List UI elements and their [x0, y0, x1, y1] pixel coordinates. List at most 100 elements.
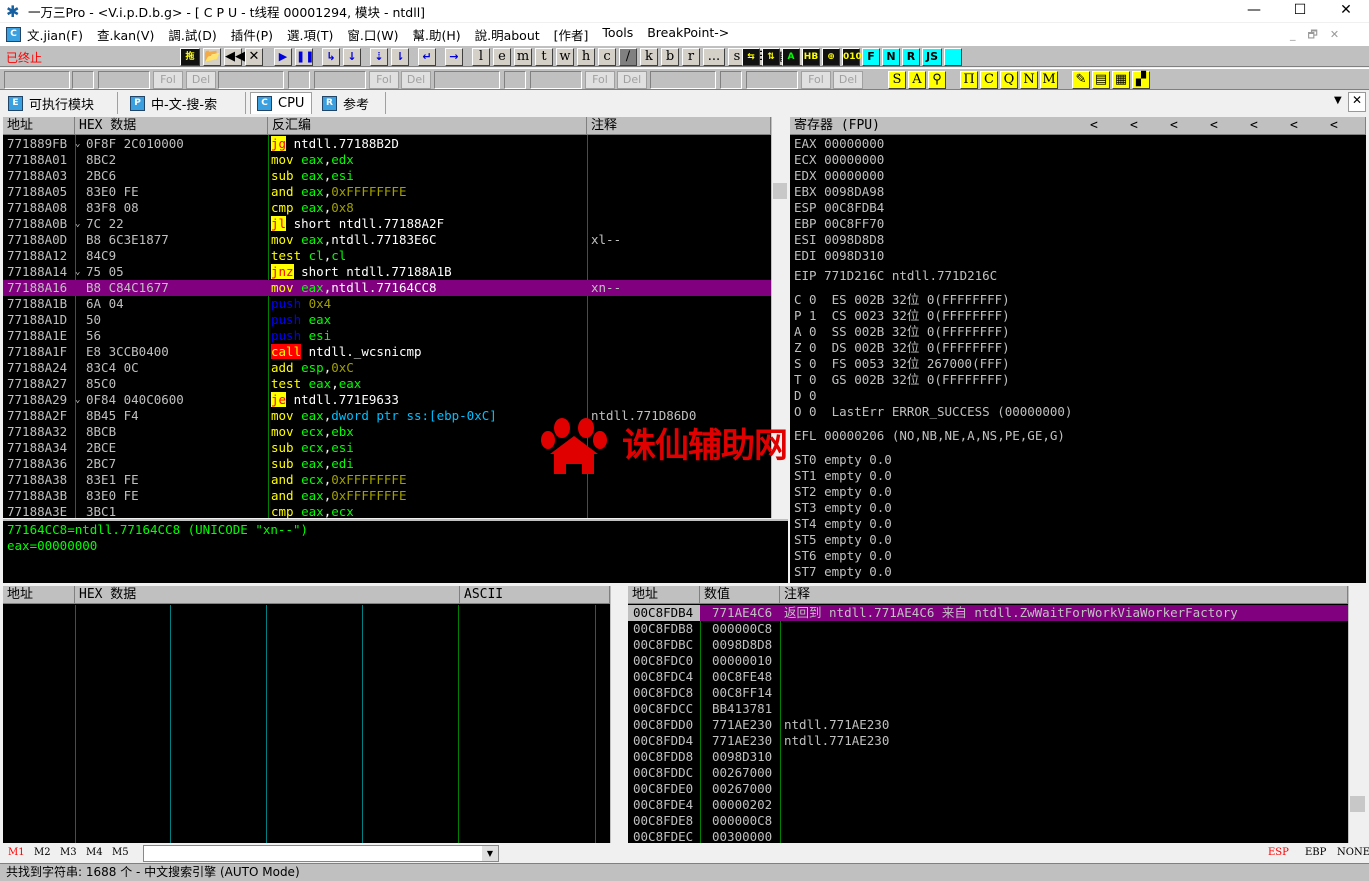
toolbar-button-cmd-13[interactable]: e: [493, 48, 511, 66]
register-line[interactable]: EDI 0098D310: [794, 248, 884, 264]
toolbar-plugin-R[interactable]: R: [902, 48, 920, 66]
registers-header[interactable]: 寄存器 (FPU) < < < < < < <: [790, 117, 1366, 135]
del-button[interactable]: Del: [617, 71, 647, 89]
stack-row[interactable]: 00C8FDEC 00300000: [628, 829, 1348, 843]
mdi-controls[interactable]: _🗗✕: [1290, 26, 1351, 45]
column-header-hex[interactable]: HEX 数据: [75, 117, 268, 135]
disasm-row[interactable]: 771889FB ⌄ 0F8F 2C010000 jg ntdll.77188B2D: [3, 136, 771, 152]
toolbar-button-cmd-18[interactable]: c: [598, 48, 616, 66]
fol-button[interactable]: Fol: [153, 71, 183, 89]
disasm-row[interactable]: 77188A3E 3BC1 cmp eax,ecx: [3, 504, 771, 518]
toolbar-button-cmd-22[interactable]: r: [682, 48, 700, 66]
minimize-button[interactable]: —: [1231, 0, 1277, 22]
del-button[interactable]: Del: [833, 71, 863, 89]
eip-line[interactable]: EIP 771D216C ntdll.771D216C: [794, 268, 997, 284]
toolbar-button-cmd-19[interactable]: /: [619, 48, 637, 66]
toolbar-plugin-0101[interactable]: 0101: [842, 48, 868, 66]
stack-row[interactable]: 00C8FDE0 00267000: [628, 781, 1348, 797]
register-nav-button[interactable]: <: [1330, 117, 1338, 134]
del-button[interactable]: Del: [401, 71, 431, 89]
disasm-row[interactable]: 77188A27 85C0 test eax,eax: [3, 376, 771, 392]
disasm-row[interactable]: 77188A3B 83E0 FE and eax,0xFFFFFFFE: [3, 488, 771, 504]
register-line[interactable]: ECX 00000000: [794, 152, 884, 168]
menu-item[interactable]: 窗.口(W): [347, 25, 398, 44]
menu-item[interactable]: 選.項(T): [287, 25, 333, 44]
fpu-line[interactable]: ST2 empty 0.0: [794, 484, 892, 500]
register-nav-button[interactable]: <: [1090, 117, 1098, 134]
register-nav-button[interactable]: <: [1210, 117, 1218, 134]
disasm-row[interactable]: 77188A0B ⌄ 7C 22 jl short ntdll.77188A2F: [3, 216, 771, 232]
dump-header-hex[interactable]: HEX 数据: [75, 586, 460, 604]
disasm-row[interactable]: 77188A14 ⌄ 75 05 jnz short ntdll.77188A1B: [3, 264, 771, 280]
registers-pane[interactable]: 寄存器 (FPU) < < < < < < < EAX 00000000 ECX 000000…: [790, 117, 1366, 583]
stack-row[interactable]: 00C8FDC8 00C8FF14: [628, 685, 1348, 701]
register-nav-button[interactable]: <: [1290, 117, 1298, 134]
toolbar-button-cmd-14[interactable]: m: [514, 48, 532, 66]
toolbar-button-step-into[interactable]: ↳: [322, 48, 340, 66]
flag-line[interactable]: Z 0 DS 002B 32位 0(FFFFFFFF): [794, 340, 1010, 356]
mdi-close-button[interactable]: ✕: [1330, 28, 1351, 41]
dump-tab-m1[interactable]: M1: [8, 847, 25, 858]
toolbar-button-cmd-2[interactable]: ◀◀: [224, 48, 245, 66]
stack-header-address[interactable]: 地址: [628, 586, 700, 604]
address-field[interactable]: [746, 71, 798, 89]
disasm-row[interactable]: 77188A1B 6A 04 push 0x4: [3, 296, 771, 312]
memory-dump-pane[interactable]: 地址 HEX 数据 ASCII: [3, 586, 625, 843]
menu-item[interactable]: BreakPoint->: [647, 25, 729, 44]
disasm-row[interactable]: 77188A1F E8 3CCB0400 call ntdll._wcsnicmp: [3, 344, 771, 360]
tab-references[interactable]: R 参考: [316, 92, 386, 114]
maximize-button[interactable]: ☐: [1277, 0, 1323, 22]
toolbar-button-execute-till-return[interactable]: ↵: [418, 48, 436, 66]
address-field[interactable]: [4, 71, 70, 89]
disasm-row[interactable]: 77188A12 84C9 test cl,cl: [3, 248, 771, 264]
yellow-button-brush[interactable]: ✎: [1072, 71, 1090, 89]
tabs-dropdown-button[interactable]: ▼: [1334, 95, 1342, 106]
address-field[interactable]: [434, 71, 500, 89]
toolbar-plugin-N[interactable]: N: [882, 48, 900, 66]
register-line[interactable]: EAX 00000000: [794, 136, 884, 152]
column-header-disassembly[interactable]: 反汇编: [268, 117, 587, 135]
toolbar-button-cmd-21[interactable]: b: [661, 48, 679, 66]
stack-row[interactable]: 00C8FDE8 000000C8: [628, 813, 1348, 829]
tab-cpu[interactable]: C CPU: [250, 92, 312, 114]
mdi-restore-button[interactable]: 🗗: [1308, 28, 1330, 41]
stack-row[interactable]: 00C8FDD8 0098D310: [628, 749, 1348, 765]
toolbar-button-open[interactable]: 📂: [203, 48, 221, 66]
disasm-row[interactable]: 77188A1D 50 push eax: [3, 312, 771, 328]
stack-row[interactable]: 00C8FDB4 771AE4C6 返回到 ntdll.771AE4C6 来自 nt…: [628, 605, 1348, 621]
tabs-close-button[interactable]: ✕: [1348, 92, 1366, 112]
menu-item[interactable]: 調.試(D): [168, 25, 216, 44]
close-button[interactable]: ✕: [1323, 0, 1369, 22]
yellow-button-note[interactable]: ▤: [1092, 71, 1110, 89]
yellow-button-Π[interactable]: Π: [960, 71, 978, 89]
stack-row[interactable]: 00C8FDD0 771AE230 ntdll.771AE230: [628, 717, 1348, 733]
disasm-row[interactable]: 77188A29 ⌄ 0F84 040C0600 je ntdll.771E9633: [3, 392, 771, 408]
address-field[interactable]: [650, 71, 716, 89]
stack-row[interactable]: 00C8FDCC BB413781: [628, 701, 1348, 717]
toolbar-button-cmd-16[interactable]: w: [556, 48, 574, 66]
toolbar-plugin-blank[interactable]: [944, 48, 962, 66]
register-nav-button[interactable]: <: [1250, 117, 1258, 134]
stack-pane[interactable]: 地址 数值 注释 00C8FDB4 771AE4C6 返回到 ntdll.771AE…: [628, 586, 1366, 843]
register-nav-button[interactable]: <: [1130, 117, 1138, 134]
menu-item[interactable]: 幫.助(H): [412, 25, 460, 44]
toolbar-button-cmd-17[interactable]: h: [577, 48, 595, 66]
fpu-line[interactable]: ST6 empty 0.0: [794, 548, 892, 564]
dump-tab-m5[interactable]: M5: [112, 847, 129, 858]
yellow-button-N[interactable]: N: [1020, 71, 1038, 89]
fpu-line[interactable]: ST5 empty 0.0: [794, 532, 892, 548]
tab-chinese-search[interactable]: P 中-文-搜-索: [124, 92, 246, 114]
toolbar-button-cmd-4[interactable]: ▶: [274, 48, 292, 66]
menu-item[interactable]: 查.kan(V): [97, 25, 154, 44]
column-header-comment[interactable]: 注释: [587, 117, 771, 135]
stack-row[interactable]: 00C8FDC4 00C8FE48: [628, 669, 1348, 685]
tab-modules[interactable]: E 可执行模块: [2, 92, 118, 114]
menu-item[interactable]: [作者]: [554, 25, 589, 44]
flag-line[interactable]: S 0 FS 0053 32位 267000(FFF): [794, 356, 1010, 372]
address-field[interactable]: [314, 71, 366, 89]
yellow-button-M[interactable]: M: [1040, 71, 1058, 89]
dump-header-ascii[interactable]: ASCII: [460, 586, 610, 604]
mdi-minimize-button[interactable]: _: [1290, 28, 1308, 41]
stack-scrollbar[interactable]: [1348, 586, 1366, 843]
yellow-button-pin[interactable]: ⚲: [928, 71, 946, 89]
